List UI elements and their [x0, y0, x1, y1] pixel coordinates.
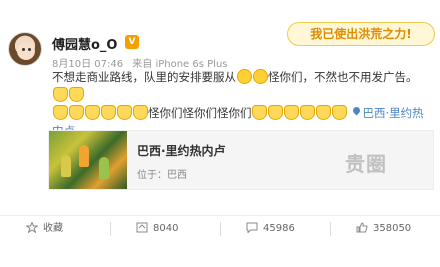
header-badge: 我已使出洪荒之力!	[287, 22, 435, 46]
card-title: 巴西·里约热内卢	[137, 144, 226, 158]
watermark: 贵圈	[345, 152, 387, 176]
location-icon	[352, 107, 361, 118]
favorite-label: 收藏	[43, 223, 63, 234]
parade-figure	[99, 157, 109, 179]
repost-icon	[136, 222, 148, 233]
star-icon	[25, 221, 39, 234]
vip-badge-icon: V	[125, 35, 139, 49]
location-thumbnail	[49, 131, 127, 189]
cat-emoji-icon	[268, 105, 283, 120]
parade-figure	[79, 145, 89, 167]
comment-button[interactable]: 45986	[246, 222, 295, 236]
cat-emoji-icon	[252, 105, 267, 120]
cat-emoji-icon	[132, 105, 148, 120]
cat-emoji-icon	[300, 105, 315, 120]
favorite-button[interactable]: 收藏	[25, 221, 63, 236]
comment-count: 45986	[263, 223, 295, 234]
card-subtitle: 位于：巴西	[137, 170, 187, 181]
action-divider	[330, 222, 331, 236]
repost-count: 8040	[153, 223, 179, 234]
username[interactable]: 傅园慧o_O	[52, 34, 117, 53]
avatar-eye-left	[22, 48, 25, 51]
sad-emoji-icon	[236, 69, 252, 84]
cat-emoji-icon	[52, 105, 68, 120]
content-line-2: 怪你们怪你们怪你们 巴西·里约热	[52, 104, 436, 122]
content-text-1: 不想走商业路线，队里的安排要服从	[52, 70, 236, 84]
cat-emoji-icon	[284, 105, 299, 120]
action-bar: 收藏 8040 45986 358050	[0, 215, 440, 241]
cat-emoji-icon	[116, 105, 132, 120]
content-line-1: 不想走商业路线，队里的安排要服从 怪你们，不然也不用发广告。	[52, 68, 436, 104]
location-card[interactable]: 巴西·里约热内卢 位于：巴西 贵圈	[48, 130, 434, 190]
like-button[interactable]: 358050	[356, 222, 411, 236]
content-text-2: 怪你们怪你们怪你们	[148, 106, 252, 120]
cat-emoji-icon	[100, 105, 116, 120]
cat-emoji-icon	[68, 87, 84, 102]
content-text-1b: 怪你们，不然也不用发广告。	[268, 70, 418, 84]
avatar[interactable]	[8, 32, 42, 66]
like-icon	[356, 222, 368, 233]
cat-emoji-icon	[68, 105, 84, 120]
repost-button[interactable]: 8040	[136, 222, 178, 236]
action-divider	[110, 222, 111, 236]
cat-emoji-icon	[84, 105, 100, 120]
avatar-face	[17, 42, 35, 60]
location-link[interactable]: 巴西·里约热	[363, 106, 424, 120]
like-count: 358050	[373, 223, 412, 234]
avatar-eye-right	[28, 48, 31, 51]
parade-figure	[61, 155, 71, 177]
weibo-post: 傅园慧o_O V 8月10日 07:46 来自 iPhone 6s Plus 我…	[0, 0, 440, 267]
comment-icon	[246, 222, 258, 234]
cat-emoji-icon	[316, 105, 331, 120]
sad-emoji-icon	[252, 69, 268, 84]
cat-emoji-icon	[332, 105, 347, 120]
cat-emoji-icon	[52, 87, 68, 102]
action-divider	[220, 222, 221, 236]
